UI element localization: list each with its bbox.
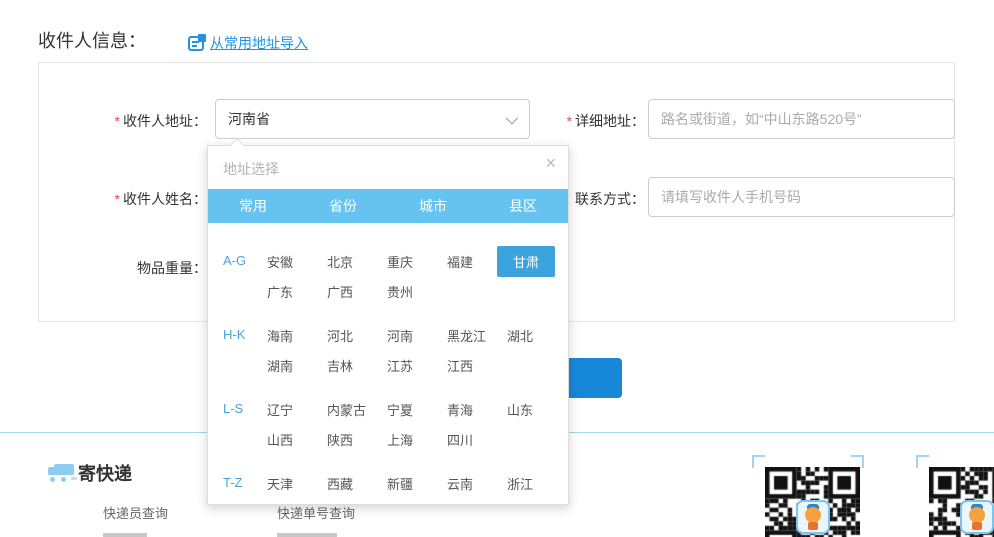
province-item[interactable]: 湖北 <box>505 320 565 350</box>
footer-link[interactable]: 快递单号查询 <box>277 503 355 522</box>
qr-code-block <box>916 455 994 537</box>
close-icon[interactable]: × <box>545 154 556 172</box>
import-common-address-link[interactable]: 从常用地址导入 <box>188 33 308 53</box>
province-item[interactable]: 西藏 <box>325 468 385 498</box>
picker-tab-3[interactable]: 城市 <box>388 189 478 223</box>
province-item[interactable]: 北京 <box>325 246 385 276</box>
page-title: 收件人信息： <box>38 27 146 53</box>
province-item[interactable]: 安徽 <box>265 246 325 276</box>
province-group: H-K海南河北河南黑龙江湖北湖南吉林江苏江西 <box>208 320 568 380</box>
address-picker-popup: 地址选择 × 常用省份城市县区 A-G安徽北京重庆福建甘肃广东广西贵州 H-K海南… <box>207 145 569 505</box>
province-item[interactable]: 湖南 <box>265 350 325 380</box>
province-item[interactable]: 甘肃 <box>505 246 565 276</box>
import-address-icon <box>188 36 204 51</box>
page: 收件人信息： 从常用地址导入 *收件人地址： 河南省 *详细地址： *收件人姓名… <box>0 0 994 537</box>
detail-address-label: *详细地址： <box>478 111 645 131</box>
recipient-name-label: *收件人姓名： <box>40 189 207 209</box>
province-item[interactable]: 浙江 <box>505 468 565 498</box>
mascot-logo-icon <box>960 500 994 534</box>
province-item[interactable]: 海南 <box>265 320 325 350</box>
province-item[interactable]: 青海 <box>445 394 505 424</box>
province-item[interactable]: 河北 <box>325 320 385 350</box>
province-item[interactable]: 吉林 <box>325 350 385 380</box>
province-item[interactable]: 福建 <box>445 246 505 276</box>
qr-corner-bracket <box>916 455 929 468</box>
footer-link-clipped[interactable] <box>103 533 147 537</box>
group-letter-label: H-K <box>223 320 265 380</box>
province-item[interactable]: 山西 <box>265 424 325 454</box>
truck-icon <box>44 464 74 482</box>
contact-phone-input[interactable] <box>648 177 955 217</box>
picker-tab-2[interactable]: 省份 <box>298 189 388 223</box>
province-item[interactable]: 云南 <box>445 468 505 498</box>
province-group: A-G安徽北京重庆福建甘肃广东广西贵州 <box>208 246 568 306</box>
item-weight-label: 物品重量： <box>40 258 207 278</box>
province-item[interactable]: 内蒙古 <box>325 394 385 424</box>
province-item[interactable]: 陕西 <box>325 424 385 454</box>
province-item[interactable]: 宁夏 <box>385 394 445 424</box>
province-item[interactable]: 广西 <box>325 276 385 306</box>
detail-address-input[interactable] <box>648 99 955 139</box>
province-item[interactable]: 新疆 <box>385 468 445 498</box>
address-picker-title: 地址选择 <box>223 159 279 179</box>
recipient-address-value: 河南省 <box>228 109 270 129</box>
province-item[interactable]: 黑龙江 <box>445 320 505 350</box>
picker-tab-1[interactable]: 常用 <box>208 189 298 223</box>
group-letter-label: L-S <box>223 394 265 454</box>
province-item[interactable]: 重庆 <box>385 246 445 276</box>
province-item[interactable]: 江西 <box>445 350 505 380</box>
province-item[interactable]: 辽宁 <box>265 394 325 424</box>
qr-corner-bracket <box>752 455 765 468</box>
province-group: L-S辽宁内蒙古宁夏青海山东山西陕西上海四川 <box>208 394 568 454</box>
qr-code-block <box>752 455 864 537</box>
province-item[interactable]: 广东 <box>265 276 325 306</box>
province-item[interactable]: 上海 <box>385 424 445 454</box>
footer-heading: 寄快递 <box>78 460 132 486</box>
province-item[interactable]: 贵州 <box>385 276 445 306</box>
province-item[interactable]: 天津 <box>265 468 325 498</box>
footer-link-clipped[interactable] <box>277 533 337 537</box>
picker-groups: A-G安徽北京重庆福建甘肃广东广西贵州 H-K海南河北河南黑龙江湖北湖南吉林江苏江… <box>208 231 568 504</box>
picker-tabbar: 常用省份城市县区 <box>208 189 568 223</box>
import-link-label: 从常用地址导入 <box>210 33 308 53</box>
picker-tab-4[interactable]: 县区 <box>478 189 568 223</box>
province-group: T-Z天津西藏新疆云南浙江 <box>208 468 568 498</box>
mascot-logo-icon <box>796 500 830 534</box>
province-item[interactable]: 山东 <box>505 394 565 424</box>
footer-link[interactable]: 快递员查询 <box>103 503 168 522</box>
recipient-address-label: *收件人地址： <box>40 111 207 131</box>
group-letter-label: T-Z <box>223 468 265 498</box>
province-item[interactable]: 江苏 <box>385 350 445 380</box>
province-item[interactable]: 四川 <box>445 424 505 454</box>
province-item[interactable]: 河南 <box>385 320 445 350</box>
group-letter-label: A-G <box>223 246 265 306</box>
